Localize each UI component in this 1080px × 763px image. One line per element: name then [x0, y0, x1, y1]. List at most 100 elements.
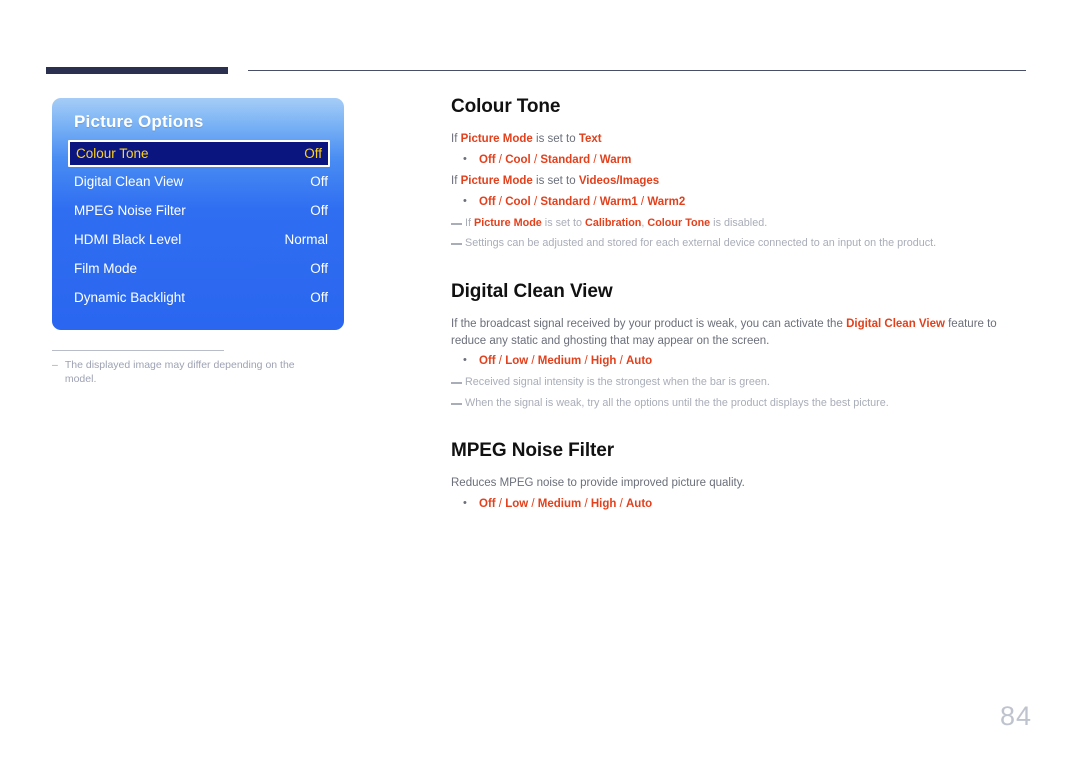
option-item: High [590, 497, 617, 510]
option-separator: / [590, 153, 600, 166]
option-list: Off / Low / Medium / High / Auto [479, 496, 652, 513]
option-bullet-row: • Off / Cool / Standard / Warm1 / Warm2 [451, 194, 1029, 211]
osd-item-value: Off [310, 261, 328, 276]
option-item: Cool [505, 196, 531, 209]
note-dash-icon [451, 381, 462, 384]
osd-item-value: Off [310, 203, 328, 218]
option-item: Auto [626, 355, 653, 368]
note-prefix: If [465, 216, 474, 229]
option-item: Cool [505, 153, 531, 166]
option-separator: / [581, 355, 591, 368]
option-separator: / [495, 497, 506, 510]
note-row: Received signal intensity is the stronge… [451, 375, 1029, 391]
page-title: Colour Tone [451, 96, 561, 117]
option-separator: / [590, 196, 600, 209]
bullet-dot-icon: • [463, 354, 467, 367]
note-dash-icon [451, 402, 462, 405]
bullet-dot-icon: • [463, 152, 467, 165]
description-text: If the broadcast signal received by your… [451, 316, 1029, 349]
option-separator: / [581, 497, 591, 510]
note-middle: is set to [541, 216, 586, 229]
osd-menu-list: Colour Tone Off Digital Clean View Off M… [52, 140, 344, 312]
option-separator: / [495, 153, 506, 166]
osd-picture-options-panel: Picture Options Colour Tone Off Digital … [52, 98, 344, 330]
page-number: 84 [999, 701, 1032, 731]
caption-divider [52, 350, 224, 351]
osd-menu-item-film-mode[interactable]: Film Mode Off [52, 254, 344, 283]
option-item: Medium [537, 355, 582, 368]
option-item: Warm [599, 153, 632, 166]
header-rule-thick [46, 67, 228, 74]
osd-menu-item-digital-clean-view[interactable]: Digital Clean View Off [52, 167, 344, 196]
note-term: Calibration [585, 216, 642, 229]
option-list: Off / Low / Medium / High / Auto [479, 353, 652, 370]
page-title: MPEG Noise Filter [451, 440, 615, 462]
osd-item-label: HDMI Black Level [74, 232, 182, 247]
osd-item-value: Off [304, 146, 322, 161]
option-bullet-row: • Off / Low / Medium / High / Auto [451, 353, 1029, 370]
note-dash-icon [451, 243, 462, 246]
option-separator: / [616, 497, 626, 510]
osd-panel-title: Picture Options [74, 112, 204, 131]
condition-term: Picture Mode [460, 175, 533, 188]
option-separator: / [637, 196, 648, 209]
option-list: Off / Cool / Standard / Warm [479, 152, 631, 169]
option-item: High [590, 355, 617, 368]
left-column: Picture Options Colour Tone Off Digital … [52, 98, 344, 386]
option-separator: / [495, 196, 506, 209]
note-row: When the signal is weak, try all the opt… [451, 396, 1029, 412]
osd-item-label: Film Mode [74, 261, 138, 276]
osd-item-value: Normal [284, 232, 328, 247]
option-item: Medium [537, 497, 582, 510]
condition-prefix: If [451, 133, 461, 145]
option-separator: / [616, 355, 626, 368]
note-text: When the signal is weak, try all the opt… [465, 396, 889, 409]
condition-value: Videos/Images [578, 175, 660, 188]
osd-menu-item-mpeg-noise-filter[interactable]: MPEG Noise Filter Off [52, 196, 344, 225]
option-item: Auto [626, 497, 653, 510]
condition-value: Text [578, 133, 602, 145]
bullet-dot-icon: • [463, 195, 467, 208]
header-rules [0, 67, 1080, 77]
osd-menu-item-hdmi-black-level[interactable]: HDMI Black Level Normal [52, 225, 344, 254]
note-term: Colour Tone [647, 216, 711, 229]
option-item: Low [505, 497, 529, 510]
condition-middle: is set to [532, 133, 579, 145]
caption-row: – The displayed image may differ dependi… [52, 359, 302, 386]
osd-item-value: Off [310, 174, 328, 189]
caption-dash-icon: – [52, 359, 58, 371]
option-item: Off [479, 497, 496, 510]
note-text: Received signal intensity is the stronge… [465, 375, 770, 388]
option-separator: / [530, 196, 541, 209]
header-rule-thin [248, 70, 1026, 71]
condition-prefix: If [451, 175, 461, 188]
option-separator: / [528, 497, 538, 510]
condition-line-text: If Picture Mode is set to Text [451, 131, 1029, 148]
option-item: Off [479, 196, 496, 209]
option-list: Off / Cool / Standard / Warm1 / Warm2 [479, 194, 685, 211]
note-tail: is disabled. [710, 216, 768, 229]
option-separator: / [530, 153, 541, 166]
note-term: Picture Mode [474, 216, 542, 229]
condition-middle: is set to [532, 175, 579, 188]
section-colour-tone: Colour Tone If Picture Mode is set to Te… [451, 96, 1029, 252]
condition-term: Picture Mode [460, 133, 533, 145]
note-row: If Picture Mode is set to Calibration, C… [451, 216, 1029, 232]
option-separator: / [495, 355, 506, 368]
option-item: Off [479, 355, 496, 368]
bullet-dot-icon: • [463, 496, 467, 509]
option-item: Warm1 [599, 196, 638, 209]
condition-line-text: If Picture Mode is set to Videos/Images [451, 173, 1029, 190]
description-term: Digital Clean View [846, 317, 945, 330]
section-digital-clean-view: Digital Clean View If the broadcast sign… [451, 281, 1029, 411]
option-bullet-row: • Off / Cool / Standard / Warm [451, 152, 1029, 169]
caption-label: The displayed image may differ depending… [64, 359, 295, 385]
option-item: Low [505, 355, 529, 368]
description-text: Reduces MPEG noise to provide improved p… [451, 477, 745, 490]
option-item: Standard [540, 196, 591, 209]
option-separator: / [528, 355, 538, 368]
osd-menu-item-colour-tone[interactable]: Colour Tone Off [68, 140, 330, 167]
page-title: Digital Clean View [451, 280, 613, 302]
osd-menu-item-dynamic-backlight[interactable]: Dynamic Backlight Off [52, 283, 344, 312]
osd-item-value: Off [310, 290, 328, 305]
